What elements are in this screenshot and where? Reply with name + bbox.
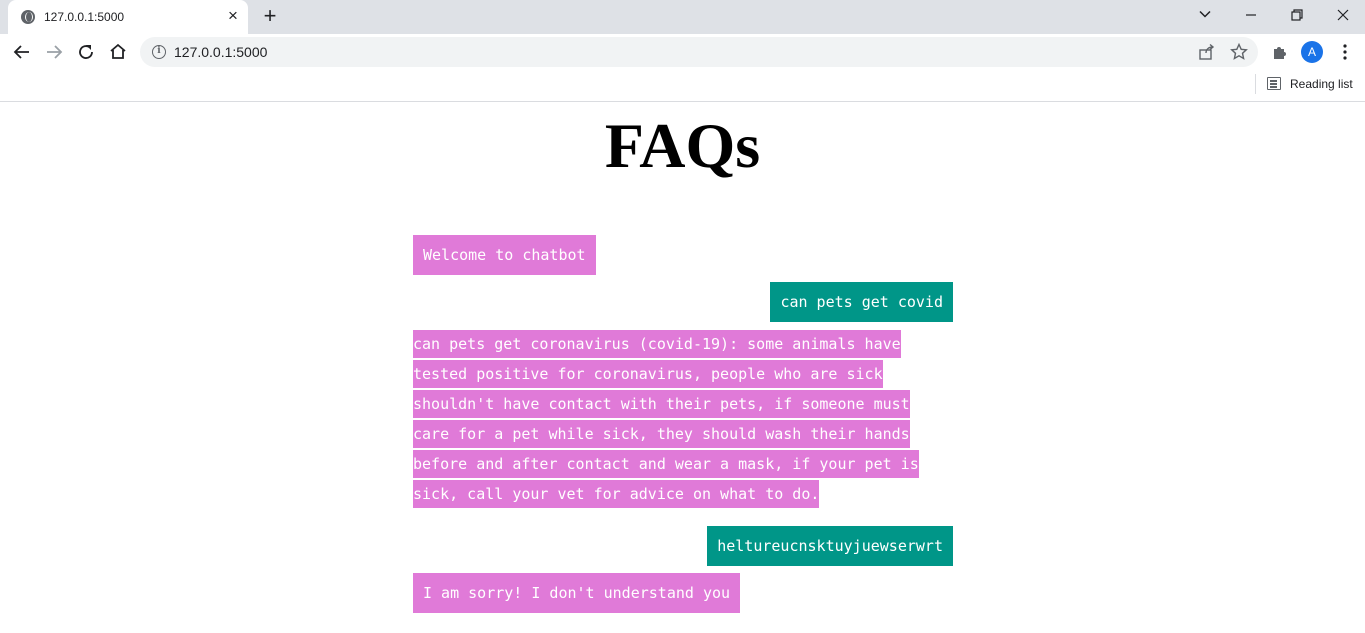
menu-kebab-icon[interactable] [1333, 40, 1357, 64]
bookmark-star-icon[interactable] [1230, 42, 1248, 66]
bot-message: Welcome to chatbot [413, 235, 596, 275]
bookmark-bar: Reading list [0, 70, 1365, 102]
tab-search-icon[interactable] [1191, 4, 1219, 28]
home-icon[interactable] [106, 40, 130, 64]
user-message: heltureucnsktuyjuewserwrt [707, 526, 953, 566]
address-bar[interactable]: i 127.0.0.1:5000 [140, 37, 1258, 67]
minimize-icon[interactable] [1237, 4, 1265, 28]
bot-message: I am sorry! I don't understand you [413, 573, 741, 613]
forward-icon[interactable] [42, 40, 66, 64]
bot-message: can pets get coronavirus (covid-19): som… [413, 329, 943, 509]
close-window-icon[interactable] [1329, 4, 1357, 28]
bot-message-text: can pets get coronavirus (covid-19): som… [413, 330, 919, 508]
restore-icon[interactable] [1283, 4, 1311, 28]
user-message: can pets get covid [770, 282, 953, 322]
page-title: FAQs [604, 110, 761, 181]
tab-title: 127.0.0.1:5000 [44, 10, 125, 24]
bookmark-separator [1255, 74, 1256, 94]
back-icon[interactable] [10, 40, 34, 64]
new-tab-icon[interactable]: + [259, 5, 281, 28]
site-info-icon[interactable]: i [152, 45, 166, 59]
reading-list-button[interactable]: Reading list [1290, 77, 1353, 91]
profile-avatar[interactable]: A [1301, 41, 1323, 63]
browser-tab[interactable]: 127.0.0.1:5000 × [8, 0, 248, 34]
url-text: 127.0.0.1:5000 [174, 44, 268, 60]
browser-toolbar: i 127.0.0.1:5000 A [0, 34, 1365, 70]
extensions-icon[interactable] [1268, 40, 1292, 64]
reload-icon[interactable] [74, 40, 98, 64]
share-icon[interactable] [1198, 43, 1216, 66]
reading-list-icon[interactable] [1267, 77, 1281, 90]
close-tab-icon[interactable]: × [224, 7, 242, 25]
tab-strip: 127.0.0.1:5000 × + [0, 0, 1365, 34]
globe-icon [21, 10, 35, 24]
